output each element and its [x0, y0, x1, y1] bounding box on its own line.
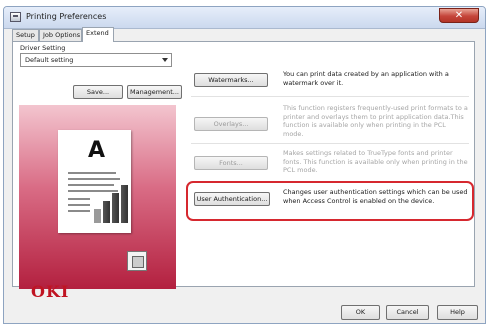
user-authentication-description: Changes user authentication settings whi…: [283, 188, 468, 205]
driver-setting-dropdown[interactable]: Default setting: [20, 53, 172, 67]
text-line: [68, 172, 116, 174]
tab-extend[interactable]: Extend: [82, 27, 114, 42]
fonts-button[interactable]: Fonts...: [194, 156, 268, 170]
overlays-description: This function registers frequently-used …: [283, 104, 468, 138]
cancel-button[interactable]: Cancel: [386, 305, 429, 320]
chart-bar-icon: [103, 201, 110, 223]
text-line: [68, 210, 90, 212]
fonts-description: Makes settings related to TrueType fonts…: [283, 149, 468, 174]
printer-icon: [10, 12, 21, 22]
save-button[interactable]: Save...: [73, 85, 123, 99]
user-authentication-button[interactable]: User Authentication...: [194, 192, 270, 206]
divider: [191, 143, 469, 144]
watermarks-button[interactable]: Watermarks...: [194, 73, 268, 87]
text-line: [68, 190, 118, 192]
chevron-down-icon: [162, 58, 168, 62]
preview-letter: A: [88, 138, 106, 163]
close-button[interactable]: ✕: [439, 8, 479, 23]
tab-job-options[interactable]: Job Options: [39, 29, 82, 41]
chart-bar-icon: [94, 209, 101, 223]
driver-setting-label: Driver Setting: [20, 44, 66, 52]
window-title: Printing Preferences: [26, 12, 107, 21]
oki-logo: OKI: [31, 282, 70, 301]
management-button[interactable]: Management...: [127, 85, 182, 99]
text-line: [68, 204, 90, 206]
text-line: [68, 178, 120, 180]
watermarks-description: You can print data created by an applica…: [283, 70, 449, 87]
text-line: [68, 198, 90, 200]
paper-stack-icon: [127, 251, 147, 271]
divider: [191, 96, 469, 97]
driver-setting-value: Default setting: [25, 56, 74, 64]
overlays-button[interactable]: Overlays...: [194, 117, 268, 131]
chart-bar-icon: [121, 185, 128, 223]
document-preview: A: [58, 130, 131, 233]
chart-bar-icon: [112, 193, 119, 223]
title-bar[interactable]: Printing Preferences ✕: [4, 7, 485, 29]
ok-button[interactable]: OK: [341, 305, 380, 320]
help-button[interactable]: Help: [437, 305, 478, 320]
text-line: [68, 184, 114, 186]
tab-setup[interactable]: Setup: [12, 29, 39, 41]
